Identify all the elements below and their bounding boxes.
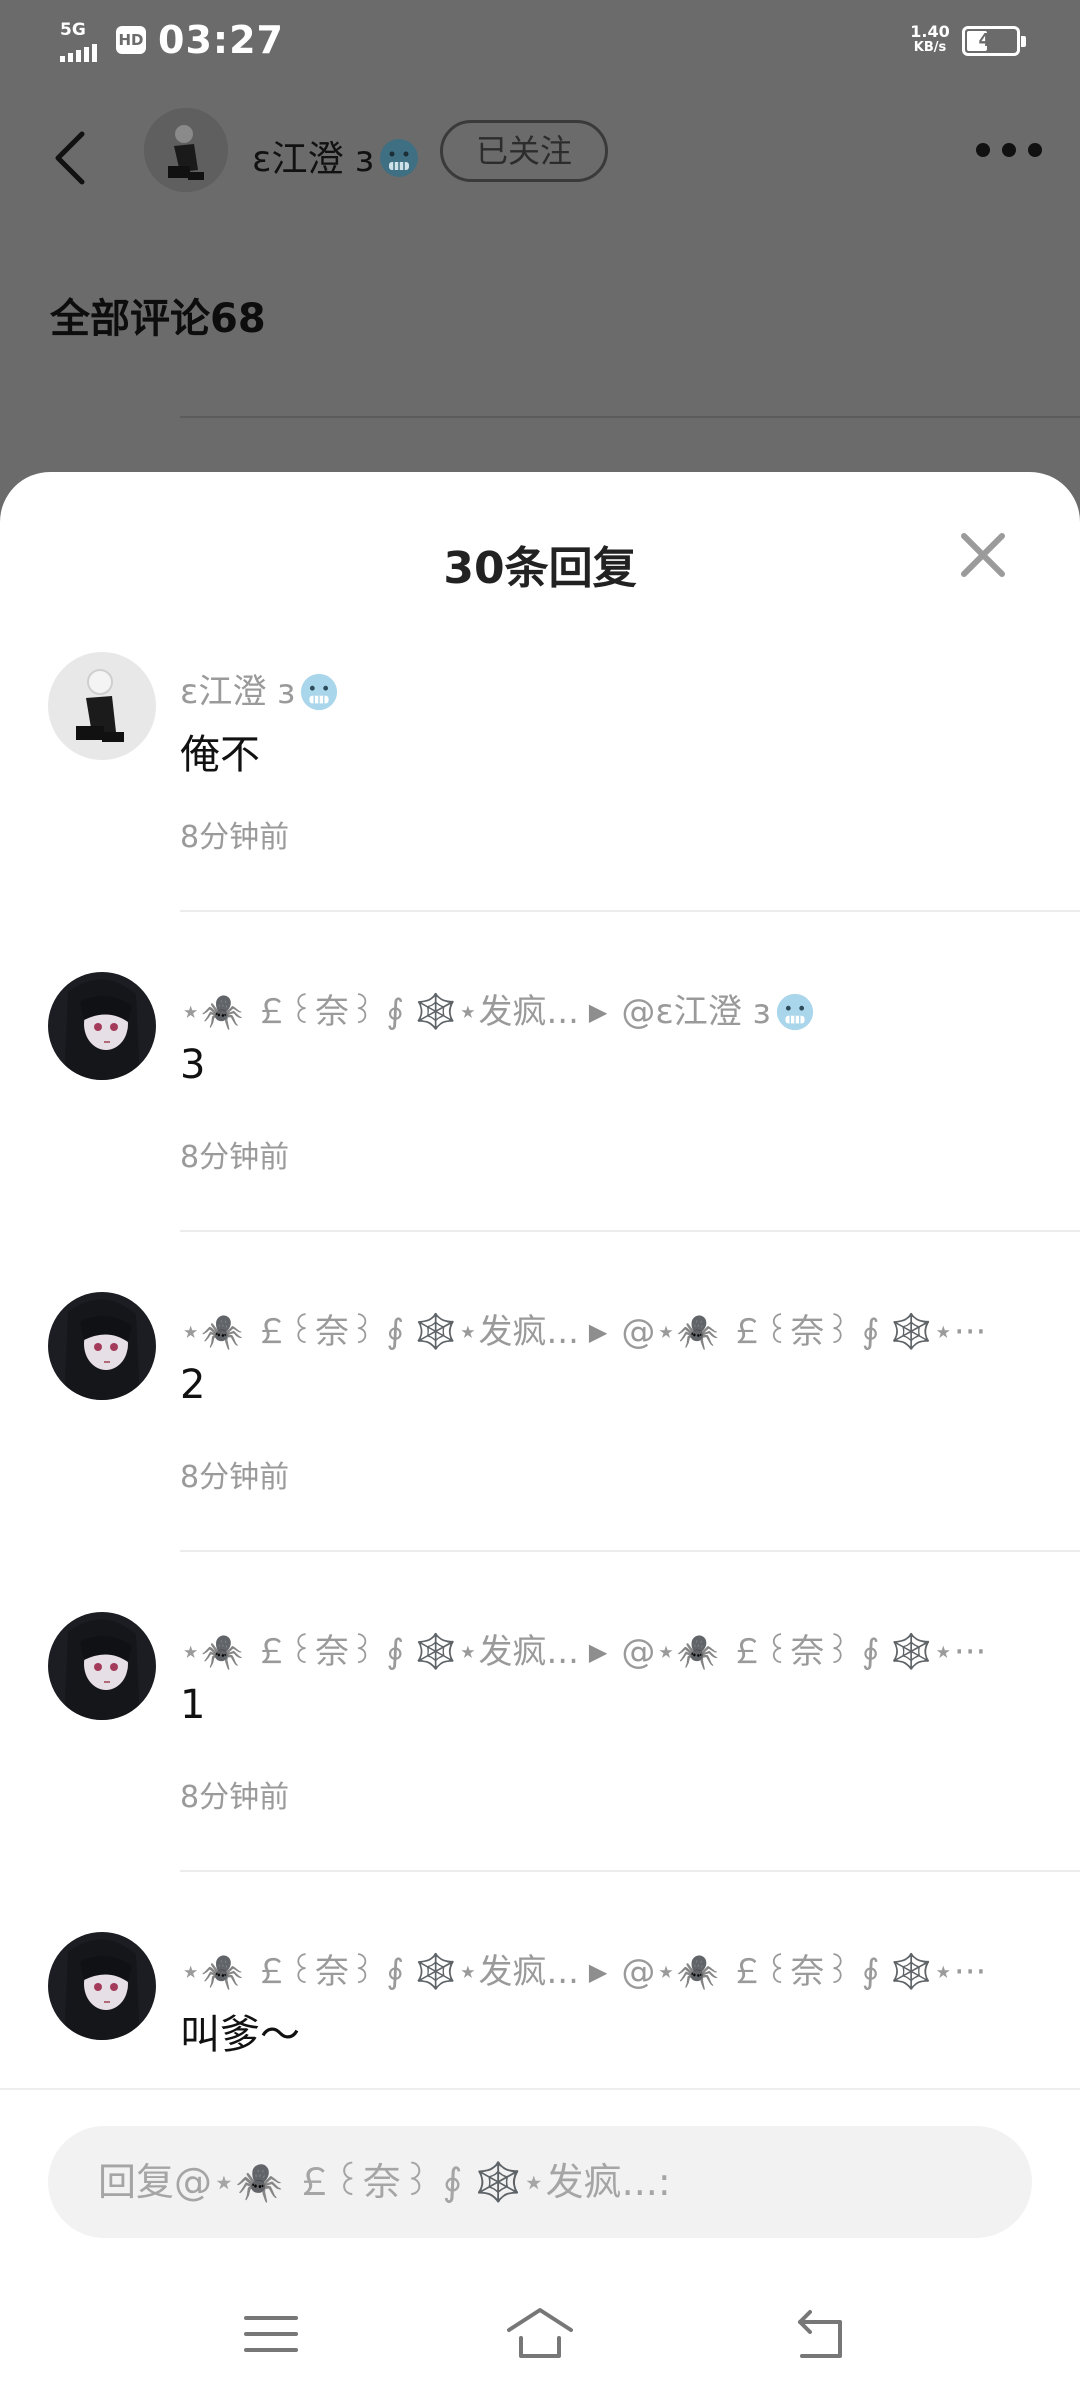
reply-content: 叫爹～ xyxy=(180,2012,300,2058)
reply-arrow-icon: ▶ xyxy=(588,1318,608,1346)
comments-count-title: 全部评论68 xyxy=(50,296,266,342)
battery-icon: 46 xyxy=(962,26,1026,56)
input-top-border xyxy=(0,2088,1080,2090)
reply-user-line: ⋆🕷️ ￡꒰奈꒱ ∮ 🕸️⋆发疯... ▶ @⋆🕷️ ￡꒰奈꒱ ∮ 🕸️⋆··· xyxy=(180,1624,986,1673)
hd-badge: HD xyxy=(116,26,146,54)
close-icon[interactable] xyxy=(958,530,1008,580)
reply-content: 2 xyxy=(180,1362,206,1408)
reply-arrow-icon: ▶ xyxy=(588,1638,608,1666)
reply-content: 1 xyxy=(180,1682,206,1728)
network-speed: 1.40 KB/s xyxy=(904,24,956,56)
reply-to-username[interactable]: @⋆🕷️ ￡꒰奈꒱ ∮ 🕸️⋆··· xyxy=(621,1632,986,1672)
cold-face-emoji-icon xyxy=(378,137,420,179)
top-nav: ɛ江澄 з 已关注 xyxy=(0,100,1080,210)
reply-time: 8分钟前 xyxy=(180,1460,290,1495)
reply-arrow-icon: ▶ xyxy=(588,1958,608,1986)
network-type: 5G xyxy=(60,20,86,40)
back-icon[interactable] xyxy=(786,2300,856,2370)
home-icon[interactable] xyxy=(505,2300,575,2370)
divider xyxy=(180,416,1080,418)
reply-username[interactable]: ⋆🕷️ ￡꒰奈꒱ ∮ 🕸️⋆发疯... xyxy=(180,992,579,1032)
reply-to-username[interactable]: @⋆🕷️ ￡꒰奈꒱ ∮ 🕸️⋆··· xyxy=(621,1312,986,1352)
reply-item[interactable]: ⋆🕷️ ￡꒰奈꒱ ∮ 🕸️⋆发疯... ▶ @⋆🕷️ ￡꒰奈꒱ ∮ 🕸️⋆··· 叫… xyxy=(0,1932,1080,2082)
divider xyxy=(180,1230,1080,1232)
status-bar: 5G HD 03:27 1.40 KB/s 46 xyxy=(0,0,1080,80)
author-name-text: ɛ江澄 з xyxy=(252,139,375,180)
avatar[interactable] xyxy=(48,1932,156,2040)
system-navigation-bar xyxy=(0,2280,1080,2400)
reply-username[interactable]: ⋆🕷️ ￡꒰奈꒱ ∮ 🕸️⋆发疯... xyxy=(180,1952,579,1992)
reply-item[interactable]: ɛ江澄 з 俺不 8分钟前 xyxy=(0,652,1080,972)
reply-to-username[interactable]: @ɛ江澄 з xyxy=(621,992,770,1032)
reply-sheet: 30条回复 ɛ江澄 з 俺不 8分钟前 ⋆🕷️ ￡꒰奈꒱ ∮ 🕸️⋆发疯... … xyxy=(0,472,1080,2400)
reply-time: 8分钟前 xyxy=(180,1140,290,1175)
menu-icon[interactable] xyxy=(236,2300,306,2370)
reply-item[interactable]: ⋆🕷️ ￡꒰奈꒱ ∮ 🕸️⋆发疯... ▶ @⋆🕷️ ￡꒰奈꒱ ∮ 🕸️⋆··· 1… xyxy=(0,1612,1080,1932)
reply-content: 3 xyxy=(180,1042,206,1088)
author-avatar[interactable] xyxy=(144,108,228,192)
more-icon[interactable] xyxy=(976,140,1042,160)
reply-item[interactable]: ⋆🕷️ ￡꒰奈꒱ ∮ 🕸️⋆发疯... ▶ @ɛ江澄 з 3 8分钟前 xyxy=(0,972,1080,1292)
cold-face-emoji-icon xyxy=(775,992,815,1032)
reply-username[interactable]: ⋆🕷️ ￡꒰奈꒱ ∮ 🕸️⋆发疯... xyxy=(180,1632,579,1672)
reply-time: 8分钟前 xyxy=(180,1780,290,1815)
reply-username[interactable]: ⋆🕷️ ￡꒰奈꒱ ∮ 🕸️⋆发疯... xyxy=(180,1312,579,1352)
back-arrow-icon[interactable] xyxy=(46,128,96,188)
reply-to-username[interactable]: @⋆🕷️ ￡꒰奈꒱ ∮ 🕸️⋆··· xyxy=(621,1952,986,1992)
reply-user-line: ⋆🕷️ ￡꒰奈꒱ ∮ 🕸️⋆发疯... ▶ @ɛ江澄 з xyxy=(180,984,815,1033)
divider xyxy=(180,1550,1080,1552)
reply-arrow-icon: ▶ xyxy=(588,998,608,1026)
reply-user-line: ɛ江澄 з xyxy=(180,664,339,713)
follow-button[interactable]: 已关注 xyxy=(440,120,608,182)
reply-time: 8分钟前 xyxy=(180,820,290,855)
divider xyxy=(180,1870,1080,1872)
reply-user-line: ⋆🕷️ ￡꒰奈꒱ ∮ 🕸️⋆发疯... ▶ @⋆🕷️ ￡꒰奈꒱ ∮ 🕸️⋆··· xyxy=(180,1304,986,1353)
battery-level: 46 xyxy=(978,30,1004,51)
avatar[interactable] xyxy=(48,972,156,1080)
reply-input[interactable] xyxy=(48,2126,1032,2238)
network-speed-unit: KB/s xyxy=(913,40,947,55)
author-name[interactable]: ɛ江澄 з xyxy=(252,130,420,182)
network-speed-value: 1.40 xyxy=(910,22,950,41)
status-time: 03:27 xyxy=(158,18,284,62)
avatar[interactable] xyxy=(48,1292,156,1400)
signal-icon: 5G xyxy=(60,20,112,62)
divider xyxy=(180,910,1080,912)
reply-user-line: ⋆🕷️ ￡꒰奈꒱ ∮ 🕸️⋆发疯... ▶ @⋆🕷️ ￡꒰奈꒱ ∮ 🕸️⋆··· xyxy=(180,1944,986,1993)
sheet-title: 30条回复 xyxy=(443,543,637,594)
avatar[interactable] xyxy=(48,1612,156,1720)
reply-item[interactable]: ⋆🕷️ ￡꒰奈꒱ ∮ 🕸️⋆发疯... ▶ @⋆🕷️ ￡꒰奈꒱ ∮ 🕸️⋆··· 2… xyxy=(0,1292,1080,1612)
reply-content: 俺不 xyxy=(180,732,260,778)
reply-username[interactable]: ɛ江澄 з xyxy=(180,672,295,712)
avatar[interactable] xyxy=(48,652,156,760)
cold-face-emoji-icon xyxy=(299,672,339,712)
